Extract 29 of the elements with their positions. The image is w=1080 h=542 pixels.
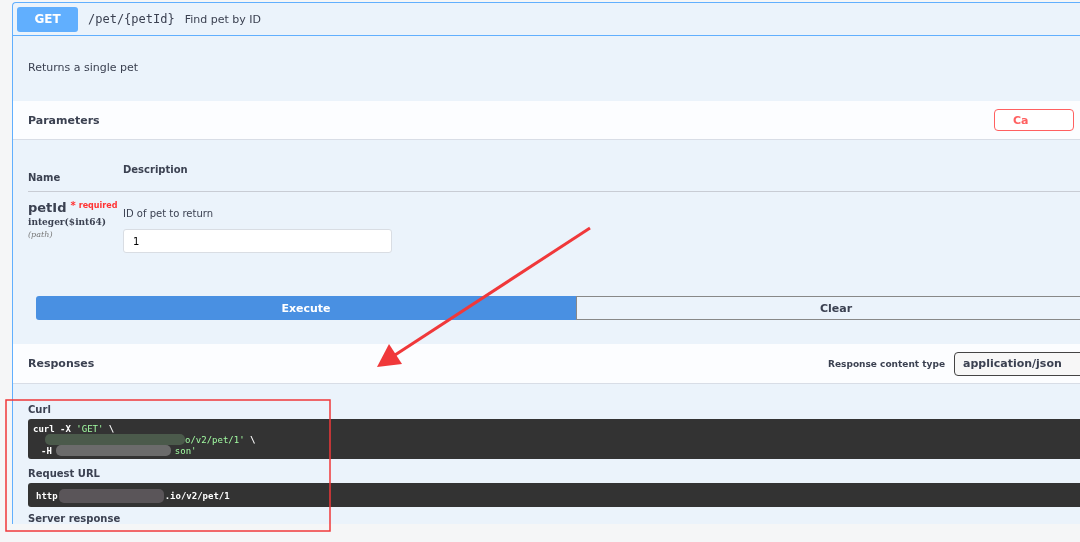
field-label: Curl [28,404,52,415]
input-field[interactable]: 1 [123,229,392,253]
parameter-location: (path) [28,230,54,239]
code-text: 'GET' [76,423,104,434]
field-label: Server response [28,513,122,524]
column-header: Description [123,164,189,177]
code-text: .io/v2/pet/1 [164,490,230,501]
code-text: \ [249,434,256,445]
content-type-dropdown[interactable]: application/json [954,351,1080,376]
code-text: o/v2/pet/1' [185,434,245,445]
code-text: curl -X [33,423,72,434]
code-text: http [36,490,58,501]
section-title: Responses [28,357,95,370]
column-header: Name [28,171,62,183]
section-title: Parameters [28,113,100,127]
clear-button[interactable]: Clear [576,296,1080,320]
parameter-type: integer($int64) [28,217,108,227]
parameter-name: petId [28,200,67,215]
code-text: \ [107,423,115,434]
code-text: -H [41,445,52,456]
content-type-label: Response content type [828,358,945,369]
required-label: required [78,201,118,210]
required-mark: * [70,200,76,211]
field-label: Request URL [28,468,101,479]
parameter-description: ID of pet to return [123,208,215,219]
endpoint-path: /pet/{petId} [88,12,175,26]
code-text: son' [174,445,197,456]
endpoint-description: Returns a single pet [28,61,139,74]
endpoint-summary: Find pet by ID [184,12,261,26]
